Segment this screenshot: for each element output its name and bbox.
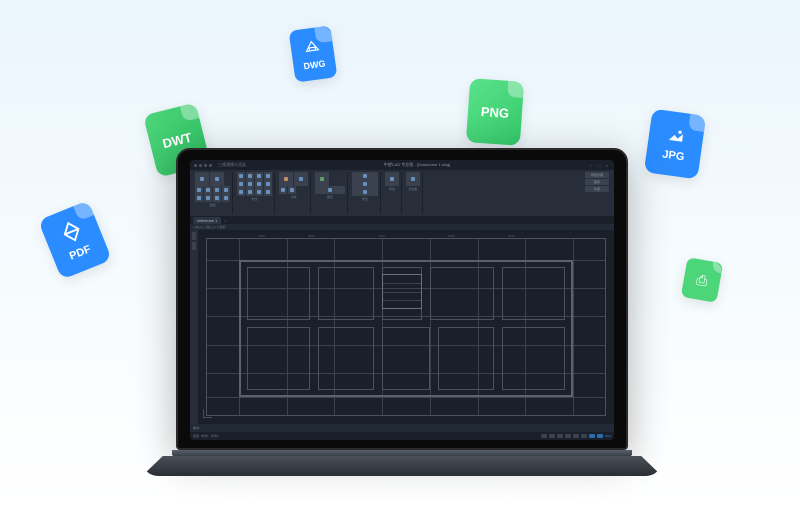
library-panel-btn[interactable]: 图库 [585, 179, 609, 185]
text-tool[interactable] [279, 172, 293, 186]
titlebar: 三维建模与渲染 中望CAD 专业版 - [Drawhome 1.dwg] − □… [190, 160, 614, 170]
layer-manager[interactable] [315, 172, 329, 186]
ribbon-group-modify: 修改 [235, 172, 275, 214]
grid-toggle[interactable] [549, 434, 555, 438]
maximize-button[interactable]: □ [596, 163, 602, 167]
print-icon: ⎙ [681, 257, 723, 303]
osnap-toggle[interactable] [573, 434, 579, 438]
move-tool[interactable] [237, 172, 245, 180]
ribbon-group-layers: 图层 [313, 172, 348, 214]
ribbon-toolbar: 绘图 [190, 170, 614, 216]
leader-tool[interactable] [279, 186, 287, 194]
jpg-icon: JPG [644, 109, 706, 180]
palette-btn[interactable] [192, 242, 196, 250]
laptop-hinge [172, 450, 632, 456]
polar-toggle[interactable] [565, 434, 571, 438]
command-line[interactable]: 命令: [190, 424, 614, 432]
scale-tool[interactable] [246, 188, 254, 196]
menu-hint[interactable]: 三维建模与渲染 [218, 162, 246, 168]
layout1-tab[interactable]: 布局1 [201, 434, 209, 438]
minimize-button[interactable]: − [588, 163, 594, 167]
laptop-base [142, 456, 662, 476]
array-tool[interactable] [264, 180, 272, 188]
ribbon-group-clipboard: 剪贴板 [404, 172, 423, 214]
pdf-icon: PDF [38, 200, 112, 280]
ribbon-group-annotate: 注释 [277, 172, 311, 214]
window-title: 中望CAD 专业版 - [Drawhome 1.dwg] [384, 162, 450, 168]
lineweight-picker[interactable] [352, 188, 378, 196]
point-tool[interactable] [204, 194, 212, 202]
insert-block[interactable] [385, 172, 399, 186]
lwt-toggle[interactable] [597, 434, 603, 438]
coord-readout: x [输入] y [输入] z 0 坐标 [193, 225, 226, 229]
fillet-tool[interactable] [255, 180, 263, 188]
arc-tool[interactable] [204, 186, 212, 194]
png-label: PNG [480, 104, 509, 121]
close-button[interactable]: × [604, 163, 610, 167]
region-tool[interactable] [222, 194, 230, 202]
print-glyph: ⎙ [695, 271, 709, 290]
canvas-area: 3400 3400 7100 6100 6100 [190, 230, 614, 424]
dwg-icon: DWG [289, 25, 338, 82]
linetype-picker[interactable] [352, 180, 378, 188]
ribbon-group-draw: 绘图 [193, 172, 233, 214]
extend-tool[interactable] [246, 180, 254, 188]
left-tool-palette [190, 230, 198, 424]
polyline-tool[interactable] [210, 172, 224, 186]
spline-tool[interactable] [213, 194, 221, 202]
jpg-label: JPG [662, 148, 685, 163]
cad-application: 三维建模与渲染 中望CAD 专业版 - [Drawhome 1.dwg] − □… [190, 160, 614, 440]
ellipse-tool[interactable] [222, 186, 230, 194]
document-tabs: reference 1 × [190, 216, 614, 224]
rotate-tool[interactable] [255, 172, 263, 180]
mirror-tool[interactable] [264, 172, 272, 180]
model-tab[interactable]: 模型 [193, 434, 199, 438]
layer-dropdown[interactable] [315, 186, 345, 194]
properties-panel-btn[interactable]: 特性管理 [585, 172, 609, 178]
color-picker[interactable] [352, 172, 378, 180]
xref-panel-btn[interactable]: 外部 [585, 186, 609, 192]
trim-tool[interactable] [237, 180, 245, 188]
ucs-status[interactable]: UCS [605, 434, 611, 438]
offset-tool[interactable] [237, 188, 245, 196]
command-prompt: 命令: [193, 426, 200, 430]
dimension-tool[interactable] [294, 172, 308, 186]
laptop-mockup: 三维建模与渲染 中望CAD 专业版 - [Drawhome 1.dwg] − □… [176, 148, 628, 488]
status-bar: 模型 布局1 布局2 UCS [190, 432, 614, 440]
palette-btn[interactable] [192, 232, 196, 240]
floorplan-drawing [206, 238, 606, 416]
ortho-toggle[interactable] [557, 434, 563, 438]
stretch-tool[interactable] [255, 188, 263, 196]
ribbon-group-properties: 属性 [350, 172, 381, 214]
line-tool[interactable] [195, 172, 209, 186]
copy-tool[interactable] [246, 172, 254, 180]
circle-tool[interactable] [195, 186, 203, 194]
ribbon-group-block: 特性 [383, 172, 402, 214]
ucs-icon [202, 405, 216, 420]
hatch-tool[interactable] [195, 194, 203, 202]
tab-reference1[interactable]: reference 1 [193, 217, 221, 224]
rect-tool[interactable] [213, 186, 221, 194]
png-icon: PNG [466, 78, 524, 146]
paste-button[interactable] [406, 172, 420, 186]
table-tool[interactable] [288, 186, 296, 194]
drawing-canvas[interactable]: 3400 3400 7100 6100 6100 [198, 230, 614, 424]
otrack-toggle[interactable] [581, 434, 587, 438]
layout2-tab[interactable]: 布局2 [211, 434, 219, 438]
dyn-toggle[interactable] [589, 434, 595, 438]
laptop-screen: 三维建模与渲染 中望CAD 专业版 - [Drawhome 1.dwg] − □… [176, 148, 628, 450]
app-icon [194, 164, 197, 167]
tab-close-icon[interactable]: × [224, 218, 226, 223]
dwg-label: DWG [303, 58, 326, 71]
ribbon-right-panel: 特性管理 图库 外部 [583, 172, 611, 214]
snap-toggle[interactable] [541, 434, 547, 438]
explode-tool[interactable] [264, 188, 272, 196]
pdf-label: PDF [68, 243, 93, 262]
